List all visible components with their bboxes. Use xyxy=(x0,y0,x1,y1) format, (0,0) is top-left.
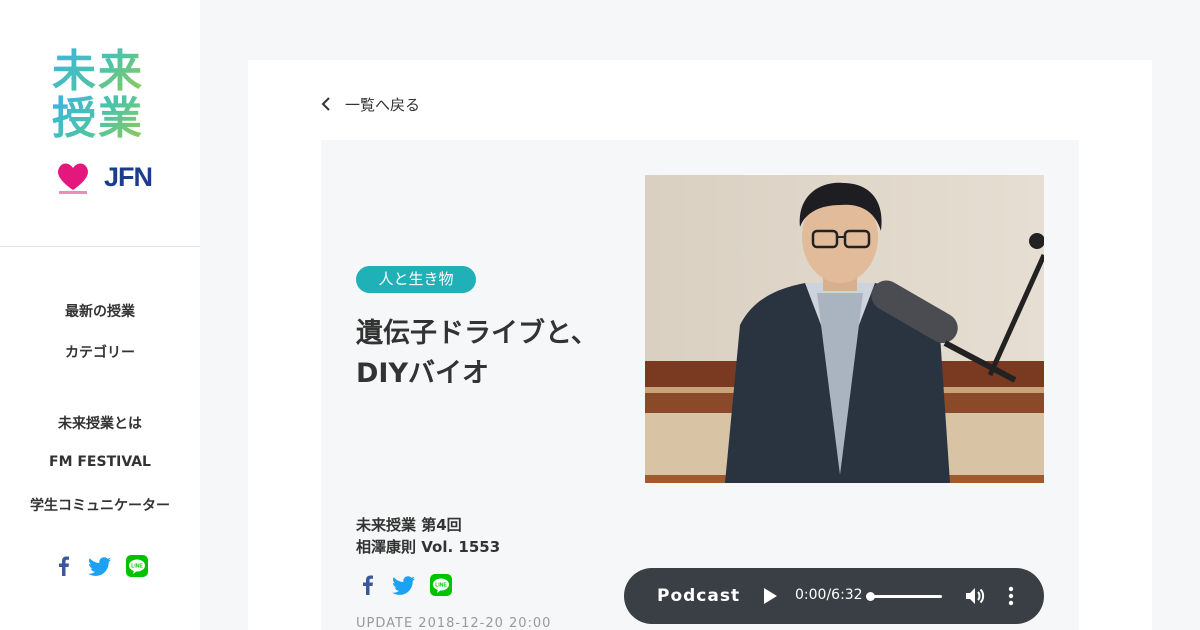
lecturer-photo xyxy=(645,175,1044,483)
back-link-label: 一覧へ戻る xyxy=(345,96,421,114)
sidebar-item-category[interactable]: カテゴリー xyxy=(0,342,200,362)
player-label: Podcast xyxy=(657,586,741,606)
sidebar-item-about[interactable]: 未来授業とは xyxy=(0,413,200,433)
post-share: LINE xyxy=(356,573,456,597)
seek-track xyxy=(866,595,942,598)
tokyo-fm-heart-icon xyxy=(58,163,88,194)
svg-text:LINE: LINE xyxy=(131,564,143,570)
more-options-icon[interactable] xyxy=(1004,585,1018,607)
jfn-logo: JFN xyxy=(104,162,153,192)
chevron-left-icon xyxy=(321,97,330,111)
episode-title: 遺伝子ドライブと、 DIYバイオ xyxy=(356,314,626,394)
line-icon[interactable]: LINE xyxy=(125,554,149,578)
playback-time: 0:00/6:32 xyxy=(795,587,863,603)
line-icon[interactable]: LINE xyxy=(429,573,453,597)
twitter-icon[interactable] xyxy=(392,573,416,597)
category-badge[interactable]: 人と生き物 xyxy=(356,266,476,293)
sidebar-item-student-communicator[interactable]: 学生コミュニケーター xyxy=(0,495,200,515)
sidebar-divider xyxy=(0,246,200,247)
podcast-player: Podcast 0:00/6:32 xyxy=(624,568,1044,624)
play-icon[interactable] xyxy=(760,586,780,606)
sidebar-share: LINE xyxy=(52,554,152,580)
facebook-icon[interactable] xyxy=(356,573,380,597)
svg-text:LINE: LINE xyxy=(435,583,447,589)
sidebar: 未来 授業 JFN 最新の授業 カテゴリー 未来授業とは FM FESTIVAL… xyxy=(0,0,200,630)
episode-title-line2: DIYバイオ xyxy=(356,358,490,389)
sidebar-item-latest[interactable]: 最新の授業 xyxy=(0,301,200,321)
twitter-icon[interactable] xyxy=(88,554,112,578)
partner-logos: JFN xyxy=(56,160,153,198)
sidebar-item-fm-festival[interactable]: FM FESTIVAL xyxy=(0,454,200,470)
seek-slider[interactable] xyxy=(866,592,942,601)
episode-title-line1: 遺伝子ドライブと、 xyxy=(356,318,598,349)
update-timestamp: UPDATE 2018-12-20 20:00 xyxy=(356,616,552,630)
logo-text-line1: 未来 xyxy=(52,48,148,95)
facebook-icon[interactable] xyxy=(52,554,76,578)
site-logo[interactable]: 未来 授業 xyxy=(52,48,148,142)
series-number: 未来授業 第4回 xyxy=(356,516,462,534)
logo-text-line2: 授業 xyxy=(52,95,148,142)
volume-icon[interactable] xyxy=(964,585,986,607)
lecturer-volume: 相澤康則 Vol. 1553 xyxy=(356,538,501,556)
seek-thumb[interactable] xyxy=(866,592,875,601)
